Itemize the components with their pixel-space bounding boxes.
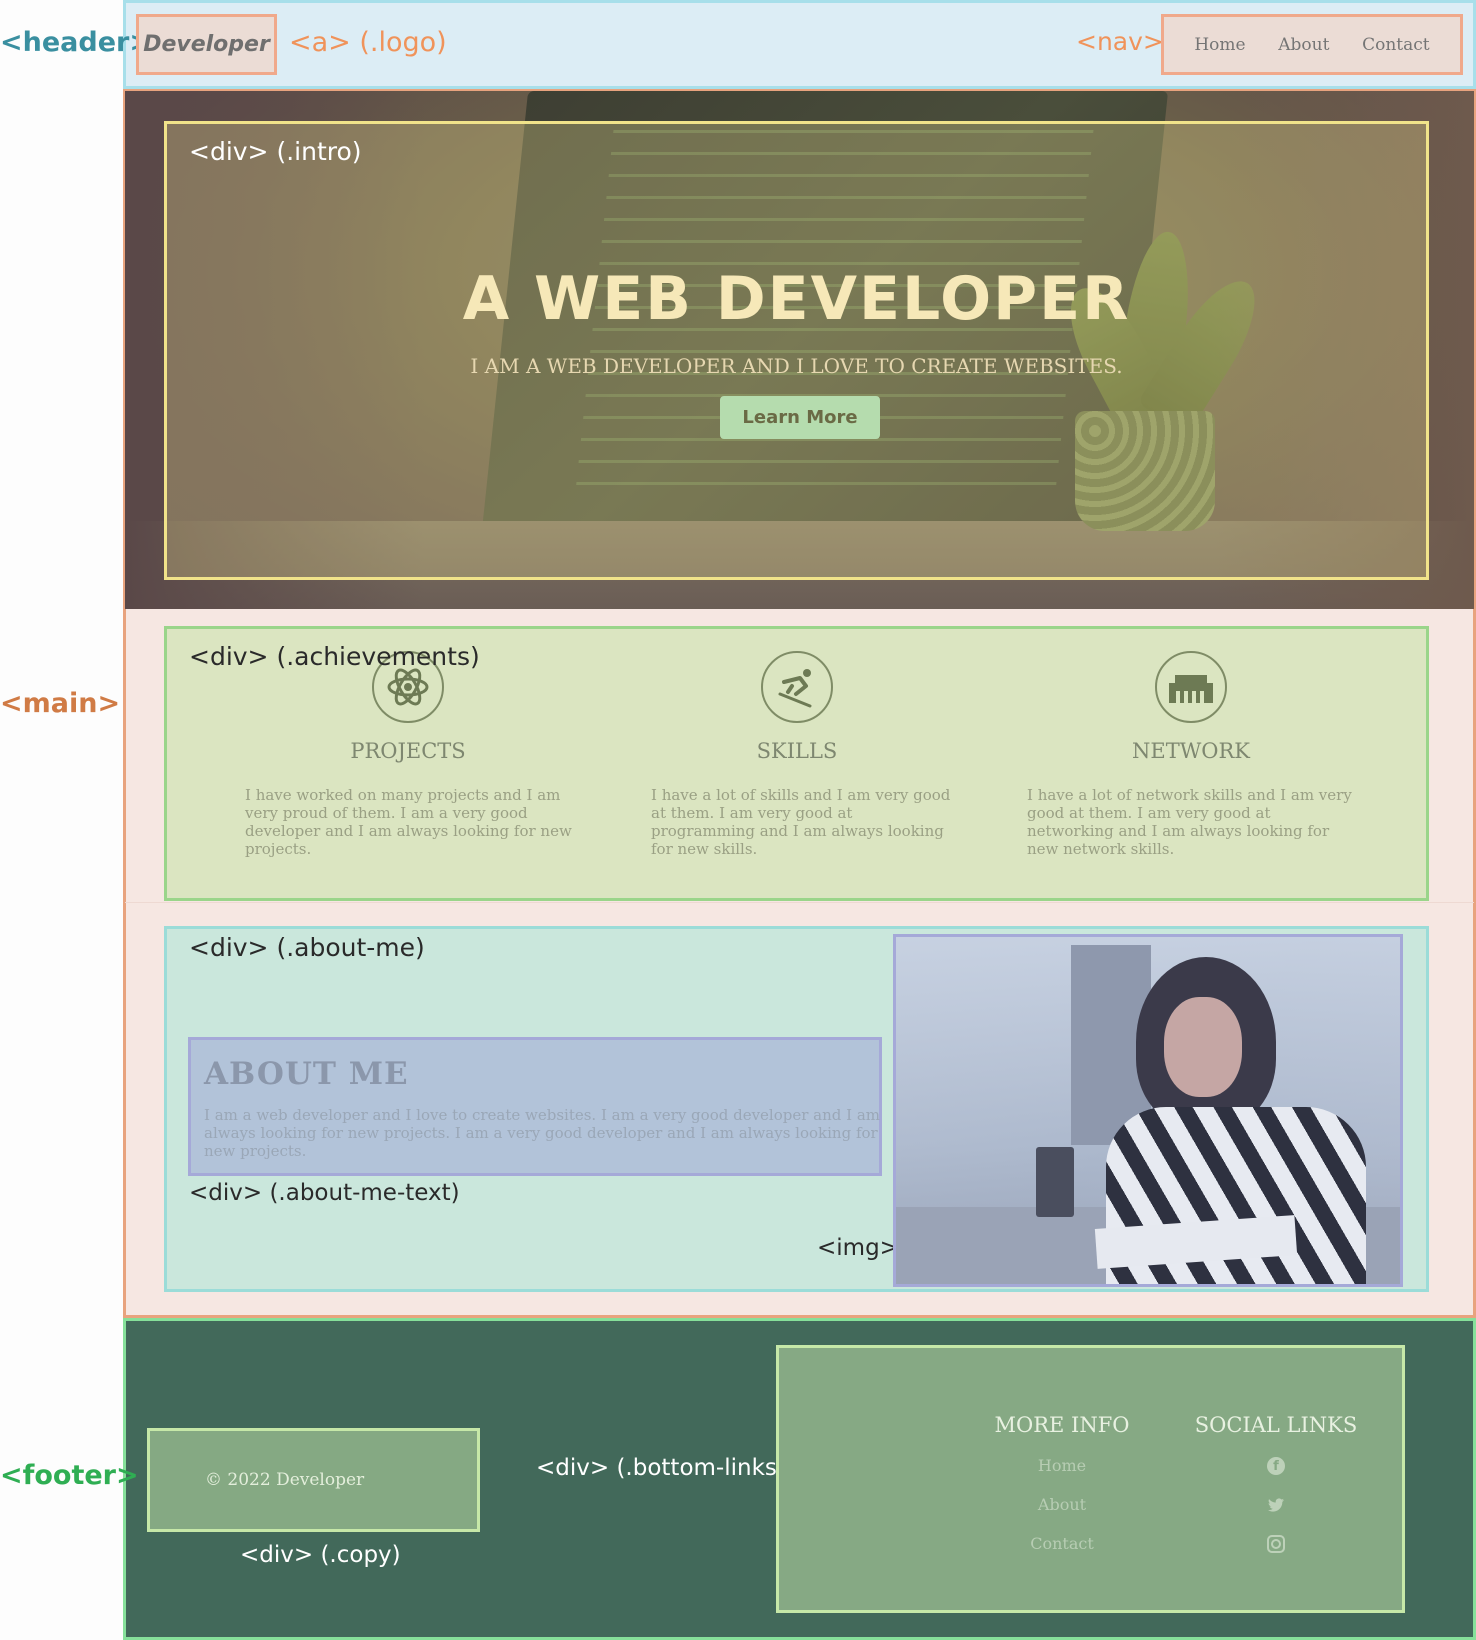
intro-tag-label: <div> (.intro) (189, 137, 362, 166)
about-me-body: I am a web developer and I love to creat… (204, 1106, 881, 1160)
photo-person-face (1164, 997, 1242, 1097)
section-divider (125, 902, 1474, 903)
social-links-title: SOCIAL LINKS (1194, 1413, 1358, 1437)
about-me-tag-label: <div> (.about-me) (189, 933, 425, 962)
ethernet-icon-svg (1169, 675, 1213, 703)
about-me-text-box: ABOUT ME I am a web developer and I love… (188, 1037, 882, 1176)
skiing-icon (761, 651, 833, 723)
footer-link-contact[interactable]: Contact (977, 1534, 1147, 1553)
achievement-title-projects: PROJECTS (350, 739, 466, 763)
nav: Home About Contact (1161, 14, 1463, 75)
logo-tag-label: <a> (.logo) (289, 27, 447, 58)
achievement-text-network: I have a lot of network skills and I am … (1027, 786, 1352, 858)
footer-tag-label: <footer> (0, 1460, 139, 1491)
img-tag-label: <img> (817, 1235, 899, 1261)
about-me-photo (893, 934, 1403, 1287)
bottom-links-box: MORE INFO Home About Contact SOCIAL LINK… (776, 1345, 1405, 1613)
nav-item-contact[interactable]: Contact (1362, 35, 1430, 55)
ethernet-icon (1155, 651, 1227, 723)
nav-tag-label: <nav> (1076, 27, 1164, 56)
logo-text: Developer (143, 32, 270, 57)
atom-icon-svg (387, 668, 429, 706)
main-tag-label: <main> (0, 688, 121, 719)
bottom-links-tag-label: <div> (.bottom-links) (536, 1455, 786, 1481)
twitter-icon-svg (1268, 1498, 1284, 1512)
logo-link[interactable]: Developer (136, 14, 277, 75)
copy-tag-label: <div> (.copy) (240, 1542, 401, 1568)
achievement-text-skills: I have a lot of skills and I am very goo… (651, 786, 951, 858)
footer-link-home[interactable]: Home (977, 1456, 1147, 1475)
facebook-icon[interactable]: f (1267, 1457, 1285, 1475)
intro-title: A WEB DEVELOPER (462, 264, 1131, 334)
achievement-title-skills: SKILLS (756, 739, 838, 763)
nav-item-home[interactable]: Home (1194, 35, 1245, 55)
more-info-title: MORE INFO (994, 1413, 1130, 1437)
copy-box: © 2022 Developer (147, 1428, 480, 1532)
photo-mug (1036, 1147, 1074, 1217)
about-me-text-tag-label: <div> (.about-me-text) (189, 1180, 460, 1206)
intro-subtitle: I AM A WEB DEVELOPER AND I LOVE TO CREAT… (470, 354, 1123, 378)
instagram-icon[interactable] (1267, 1535, 1285, 1553)
nav-item-about[interactable]: About (1278, 35, 1329, 55)
copyright-text: © 2022 Developer (205, 1470, 365, 1490)
learn-more-button[interactable]: Learn More (720, 396, 880, 439)
twitter-icon[interactable] (1267, 1496, 1285, 1514)
intro-box: A WEB DEVELOPER I AM A WEB DEVELOPER AND… (164, 121, 1429, 580)
footer-link-about[interactable]: About (977, 1495, 1147, 1514)
skiing-icon-svg (778, 669, 812, 708)
achievement-title-network: NETWORK (1131, 739, 1250, 763)
achievements-tag-label: <div> (.achievements) (189, 642, 480, 671)
header-tag-label: <header> (0, 27, 152, 58)
about-me-title: ABOUT ME (204, 1056, 409, 1092)
achievement-text-projects: I have worked on many projects and I am … (245, 786, 572, 858)
